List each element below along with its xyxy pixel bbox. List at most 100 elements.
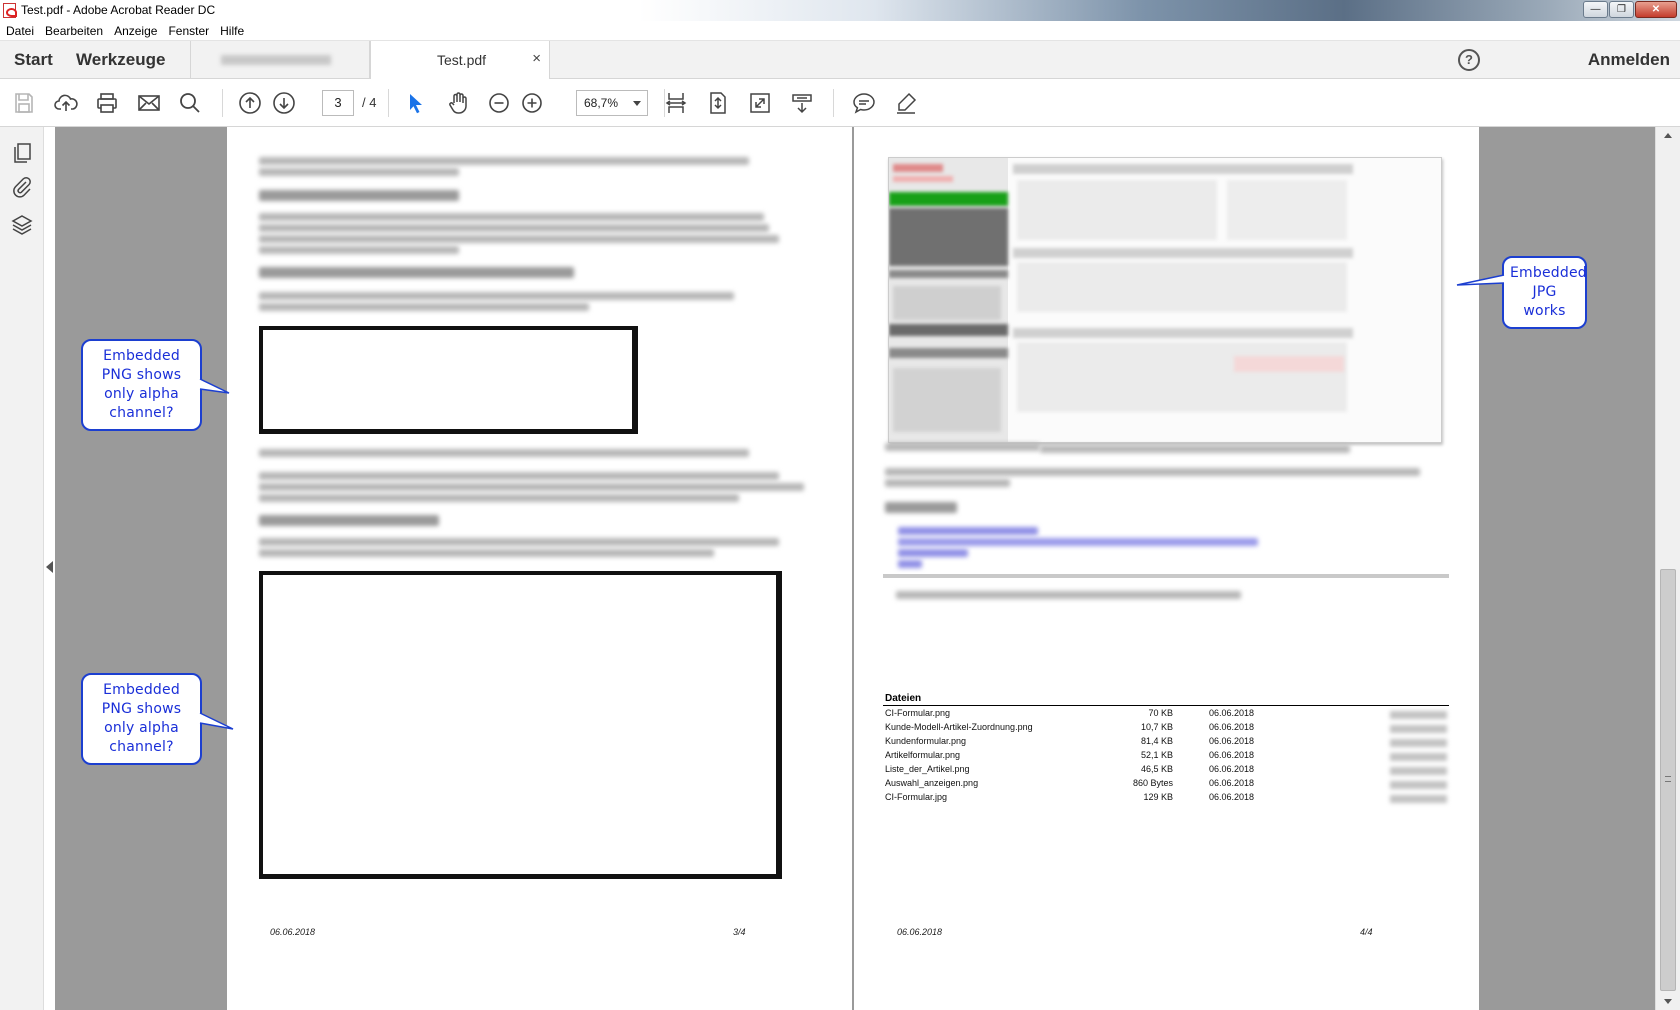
menu-datei[interactable]: Datei [6, 24, 34, 38]
file-size: 129 KB [1143, 792, 1173, 802]
annotation-callout[interactable]: Embedded JPG works [1502, 256, 1587, 329]
layers-icon[interactable] [10, 213, 34, 237]
pages-icon[interactable] [10, 141, 34, 165]
fit-width-icon[interactable] [664, 91, 688, 115]
file-name: CI-Formular.png [885, 708, 951, 718]
blurred-text-line [259, 483, 804, 491]
file-name: CI-Formular.jpg [885, 792, 948, 802]
page-footer-number: 4/4 [1360, 927, 1373, 937]
comment-icon[interactable] [852, 91, 876, 115]
scroll-down-icon[interactable] [1664, 999, 1672, 1004]
document-viewer: 06.06.2018 3/4 Dateien CI-Formular.png 7… [55, 127, 1655, 1010]
toolbar-separator [222, 89, 223, 117]
file-date: 06.06.2018 [1209, 708, 1255, 718]
scrollbar-grip [1665, 776, 1671, 782]
blurred-link[interactable] [898, 527, 1038, 535]
next-page-icon[interactable] [272, 91, 296, 115]
vertical-scrollbar[interactable] [1655, 127, 1680, 1010]
signin-button[interactable]: Anmelden [1588, 50, 1670, 70]
window-title: Test.pdf - Adobe Acrobat Reader DC [21, 3, 216, 17]
file-row: Kundenformular.png 81,4 KB 06.06.2018 [885, 736, 1447, 750]
file-row: CI-Formular.jpg 129 KB 06.06.2018 [885, 792, 1447, 806]
fullscreen-icon[interactable] [748, 91, 772, 115]
scrollbar-thumb[interactable] [1660, 569, 1676, 991]
pdf-page-3: 06.06.2018 3/4 [227, 127, 852, 1010]
blurred-text-line [259, 224, 769, 232]
file-name: Kunde-Modell-Artikel-Zuordnung.png [885, 722, 1033, 732]
tab-bar: Start Werkzeuge Test.pdf × ? Anmelden [0, 41, 1680, 80]
print-icon[interactable] [95, 91, 119, 115]
blurred-tab-label [221, 55, 331, 65]
tab-document-blurred[interactable] [190, 41, 370, 79]
screenshot-header-blur [1013, 248, 1353, 258]
menu-fenster[interactable]: Fenster [168, 24, 209, 38]
scroll-mode-icon[interactable] [790, 91, 814, 115]
fit-page-icon[interactable] [706, 91, 730, 115]
save-icon[interactable] [12, 91, 36, 115]
tab-document-active[interactable]: Test.pdf × [370, 41, 550, 80]
attachments-icon[interactable] [10, 175, 34, 199]
close-window-button[interactable]: ✕ [1635, 1, 1677, 18]
blurred-text-line [259, 213, 764, 221]
blurred-text-line [259, 246, 459, 254]
file-size: 70 KB [1148, 708, 1173, 718]
file-size: 81,4 KB [1140, 736, 1173, 746]
zoom-select[interactable]: 68,7% [576, 90, 648, 116]
restore-button[interactable]: ❐ [1609, 1, 1634, 18]
highlight-pen-icon[interactable] [894, 91, 918, 115]
screenshot-form-blur [1017, 262, 1347, 312]
blurred-text-line [259, 292, 734, 300]
screenshot-menu-blur [889, 324, 1008, 336]
collapse-left-panel-icon[interactable] [46, 561, 53, 573]
callout-pointer [199, 712, 234, 730]
email-icon[interactable] [137, 91, 161, 115]
blurred-text-line [259, 303, 589, 311]
file-row: CI-Formular.png 70 KB 06.06.2018 [885, 708, 1447, 722]
close-tab-icon[interactable]: × [532, 50, 541, 67]
menu-bearbeiten[interactable]: Bearbeiten [45, 24, 103, 38]
blurred-link[interactable] [898, 549, 968, 557]
previous-page-icon[interactable] [238, 91, 262, 115]
toolbar-separator [388, 89, 389, 117]
blurred-link[interactable] [898, 538, 1258, 546]
blurred-text-line [259, 235, 779, 243]
zoom-in-icon[interactable] [520, 91, 544, 115]
blurred-text-line [259, 168, 459, 176]
help-icon[interactable]: ? [1458, 49, 1480, 71]
minimize-button[interactable]: — [1583, 1, 1608, 18]
upload-icon[interactable] [54, 91, 78, 115]
file-date: 06.06.2018 [1209, 750, 1255, 760]
page-total: / 4 [362, 95, 377, 110]
tab-start[interactable]: Start [14, 50, 53, 70]
page-number-input[interactable]: 3 [322, 90, 354, 116]
menu-hilfe[interactable]: Hilfe [220, 24, 244, 38]
hand-icon[interactable] [446, 91, 470, 115]
file-row: Kunde-Modell-Artikel-Zuordnung.png 10,7 … [885, 722, 1447, 736]
screenshot-menu-blur [889, 270, 1008, 278]
screenshot-header-blur [1013, 164, 1353, 174]
window-titlebar: Test.pdf - Adobe Acrobat Reader DC — ❐ ✕ [0, 0, 1680, 21]
file-size: 860 Bytes [1132, 778, 1173, 788]
screenshot-menu-blur [889, 208, 1008, 266]
blurred-heading [259, 267, 574, 278]
screenshot-form-blur [1017, 342, 1347, 412]
scroll-up-icon[interactable] [1664, 133, 1672, 138]
toolbar: 3 / 4 68,7% [0, 79, 1680, 127]
file-name: Auswahl_anzeigen.png [885, 778, 979, 788]
embedded-png-image-frame [259, 326, 638, 434]
blurred-text-line [885, 479, 1010, 487]
select-cursor-icon[interactable] [404, 91, 428, 115]
search-icon[interactable] [178, 91, 202, 115]
tab-tools[interactable]: Werkzeuge [76, 50, 165, 70]
screenshot-form-blur [1234, 356, 1344, 372]
menu-anzeige[interactable]: Anzeige [114, 24, 157, 38]
annotation-callout[interactable]: Embedded PNG shows only alpha channel? [81, 339, 202, 431]
zoom-out-icon[interactable] [487, 91, 511, 115]
annotation-callout[interactable]: Embedded PNG shows only alpha channel? [81, 673, 202, 765]
file-row: Liste_der_Artikel.png 46,5 KB 06.06.2018 [885, 764, 1447, 778]
file-date: 06.06.2018 [1209, 736, 1255, 746]
blurred-cell [1390, 781, 1447, 789]
blurred-text-line [885, 468, 1420, 476]
blurred-link[interactable] [898, 560, 922, 568]
blurred-cell [1390, 739, 1447, 747]
